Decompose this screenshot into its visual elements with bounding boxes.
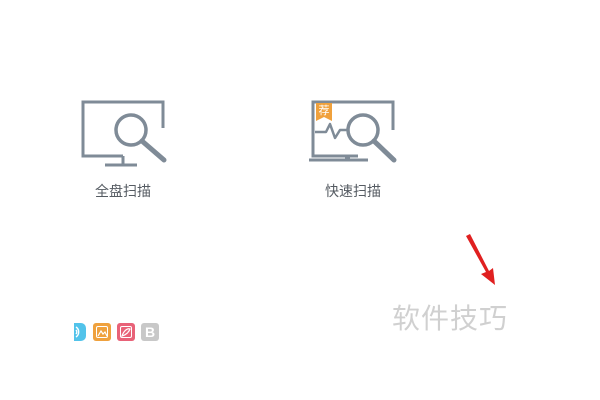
image-icon[interactable] bbox=[93, 323, 111, 341]
brush-icon[interactable] bbox=[117, 323, 135, 341]
letter-b-icon[interactable]: B bbox=[141, 323, 159, 341]
letter-b-text: B bbox=[144, 324, 156, 340]
watermark-text: 软件技巧 bbox=[392, 302, 509, 335]
toolbar-icons: B bbox=[74, 323, 164, 343]
quick-scan-label: 快速扫描 bbox=[325, 184, 381, 200]
monitor-magnifier-icon bbox=[81, 100, 167, 167]
quick-scan-option[interactable]: 荐 快速扫描 bbox=[293, 98, 413, 218]
red-arrow-icon bbox=[466, 234, 495, 285]
laptop-heartbeat-magnifier-icon: 荐 bbox=[309, 100, 397, 163]
full-scan-label: 全盘扫描 bbox=[95, 184, 151, 200]
wave-icon[interactable] bbox=[74, 323, 86, 341]
full-scan-option[interactable]: 全盘扫描 bbox=[63, 98, 183, 218]
recommended-badge: 荐 bbox=[319, 104, 330, 117]
